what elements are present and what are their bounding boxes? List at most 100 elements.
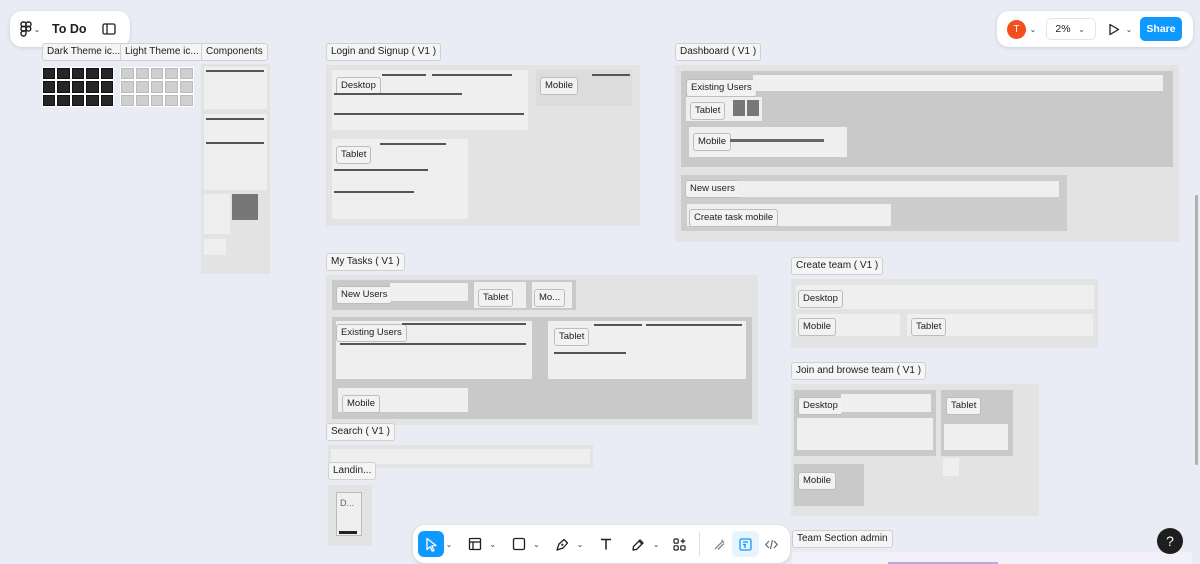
login-section[interactable]: Desktop Mobile Tablet xyxy=(326,65,640,226)
draw-mode-button[interactable] xyxy=(706,531,732,557)
mobile-label[interactable]: Mobile xyxy=(342,395,380,413)
frame-icon xyxy=(468,537,482,551)
mobile-label[interactable]: Mobile xyxy=(540,77,578,95)
chevron-down-icon[interactable]: ⌄ xyxy=(532,540,541,549)
component-block xyxy=(204,194,230,234)
landing-section[interactable]: D... xyxy=(328,485,372,546)
zoom-control[interactable]: 2% ⌄ xyxy=(1046,18,1096,40)
figma-menu-icon[interactable] xyxy=(20,21,32,37)
chevron-down-icon[interactable]: ⌄ xyxy=(651,540,660,549)
desktop-label[interactable]: Desktop xyxy=(798,397,843,415)
chevron-down-icon[interactable]: ⌄ xyxy=(1124,25,1134,34)
help-button[interactable]: ? xyxy=(1157,528,1183,554)
mobile-label[interactable]: Mobile xyxy=(693,133,731,151)
frame-label-join-team[interactable]: Join and browse team ( V1 ) xyxy=(791,362,927,380)
sidebar-toggle-icon[interactable] xyxy=(102,23,117,35)
present-play-icon[interactable] xyxy=(1108,23,1120,36)
frame-label-search[interactable]: Search ( V1 ) xyxy=(326,423,395,441)
mobile-label[interactable]: Mobile xyxy=(798,318,836,336)
frame-label-dashboard[interactable]: Dashboard ( V1 ) xyxy=(675,43,762,61)
share-button[interactable]: Share xyxy=(1140,17,1182,41)
frame-label-create-team[interactable]: Create team ( V1 ) xyxy=(791,257,884,275)
light-icon xyxy=(165,94,179,106)
vertical-scrollbar[interactable] xyxy=(1195,195,1198,465)
light-icon xyxy=(180,68,193,80)
new-users-label[interactable]: New Users xyxy=(336,286,393,304)
create-team-section[interactable]: Desktop Mobile Tablet xyxy=(791,279,1098,348)
component-block xyxy=(232,194,258,220)
frame-label-dark-theme[interactable]: Dark Theme ic... xyxy=(42,43,126,61)
dev-mode-button[interactable] xyxy=(759,531,785,557)
dark-icon xyxy=(100,81,113,93)
chevron-down-icon[interactable]: ⌄ xyxy=(444,540,453,549)
tablet-label[interactable]: Tablet xyxy=(478,289,514,307)
screen-rule xyxy=(334,93,462,95)
tablet-label[interactable]: Tablet xyxy=(336,146,372,164)
dark-icon xyxy=(43,81,56,93)
light-icon xyxy=(150,68,164,80)
text-tool-button[interactable] xyxy=(593,531,619,557)
team-admin-section[interactable] xyxy=(792,552,1192,564)
actions-button[interactable] xyxy=(667,531,693,557)
frame-label-components[interactable]: Components xyxy=(201,43,268,61)
pencil-icon xyxy=(631,537,646,552)
dark-icon xyxy=(57,94,70,106)
tablet-label[interactable]: Tablet xyxy=(690,102,726,120)
toolbar-divider xyxy=(699,532,701,556)
tablet-label[interactable]: Tablet xyxy=(911,318,947,336)
main-menu-panel: ⌄ To Do xyxy=(10,11,130,47)
cursor-arrow-icon xyxy=(425,537,438,552)
screen-rule xyxy=(380,143,446,145)
mobile-short-label[interactable]: Mo... xyxy=(534,289,566,307)
create-task-mobile-label[interactable]: Create task mobile xyxy=(689,209,779,227)
mobile-label[interactable]: Mobile xyxy=(798,472,836,490)
frame-label-landing[interactable]: Landin... xyxy=(328,462,377,480)
pen-icon xyxy=(555,537,570,552)
screens-strip xyxy=(797,418,933,450)
avatar[interactable]: T xyxy=(1007,19,1026,39)
comment-tool-button[interactable] xyxy=(625,531,651,557)
component-rule xyxy=(206,118,264,120)
dark-icon xyxy=(86,94,99,106)
light-icon xyxy=(121,94,134,106)
join-team-section[interactable]: Desktop Tablet Mobile xyxy=(791,384,1039,516)
file-name[interactable]: To Do xyxy=(52,22,86,36)
dark-icon xyxy=(57,68,70,80)
desktop-label[interactable]: Desktop xyxy=(798,290,843,308)
chevron-down-icon[interactable]: ⌄ xyxy=(1028,25,1038,34)
light-icon xyxy=(121,81,134,93)
light-theme-frame[interactable] xyxy=(120,67,194,107)
chevron-down-icon[interactable]: ⌄ xyxy=(488,540,497,549)
screen-rule xyxy=(382,74,426,76)
design-mode-button[interactable] xyxy=(732,531,759,557)
chevron-down-icon[interactable]: ⌄ xyxy=(575,540,584,549)
landing-screen-text: D... xyxy=(340,498,355,508)
tablet-label[interactable]: Tablet xyxy=(946,397,982,415)
dark-icon xyxy=(71,81,85,93)
new-users-label[interactable]: New users xyxy=(685,180,740,198)
pen-tool-button[interactable] xyxy=(549,531,575,557)
dashboard-section[interactable]: Existing Users Tablet Mobile New users C… xyxy=(675,65,1179,242)
my-tasks-section[interactable]: New Users Tablet Mo... Existing Users Ta… xyxy=(326,275,758,425)
frame-label-team-admin[interactable]: Team Section admin xyxy=(792,530,893,548)
dark-icon xyxy=(43,94,56,106)
dark-theme-frame[interactable] xyxy=(42,67,114,107)
tablet-screen xyxy=(747,100,759,116)
screen-rule xyxy=(339,531,357,534)
chevron-down-icon[interactable]: ⌄ xyxy=(32,25,42,34)
existing-users-label[interactable]: Existing Users xyxy=(686,79,757,97)
shape-tool-button[interactable] xyxy=(505,531,531,557)
existing-users-label[interactable]: Existing Users xyxy=(336,324,407,342)
frame-label-my-tasks[interactable]: My Tasks ( V1 ) xyxy=(326,253,405,271)
tablet-screen xyxy=(733,100,745,116)
components-frame[interactable] xyxy=(201,64,270,274)
move-tool-button[interactable] xyxy=(418,531,445,557)
light-icon xyxy=(135,81,149,93)
frame-label-login[interactable]: Login and Signup ( V1 ) xyxy=(326,43,442,61)
frame-tool-button[interactable] xyxy=(462,531,488,557)
frame-label-light-theme[interactable]: Light Theme ic... xyxy=(120,43,204,61)
component-block xyxy=(204,114,267,190)
draw-icon xyxy=(712,537,727,552)
tablet-label[interactable]: Tablet xyxy=(554,328,590,346)
screen-rule xyxy=(730,139,824,142)
